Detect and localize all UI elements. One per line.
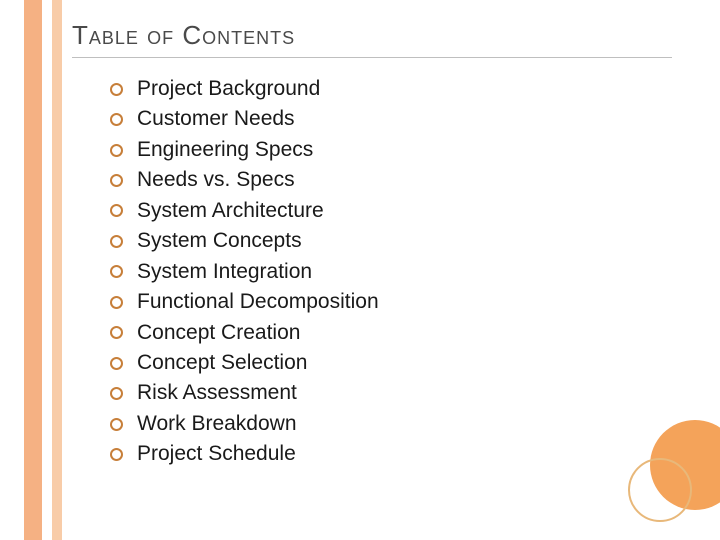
page-title: Table of Contents [72, 20, 672, 58]
toc-item-label: Project Schedule [137, 439, 296, 469]
bullet-icon [110, 448, 123, 461]
bullet-icon [110, 326, 123, 339]
toc-item-label: Project Background [137, 74, 320, 104]
bullet-icon [110, 144, 123, 157]
list-item: System Concepts [110, 226, 379, 256]
bullet-icon [110, 235, 123, 248]
toc-item-label: System Concepts [137, 226, 302, 256]
list-item: Functional Decomposition [110, 287, 379, 317]
bullet-icon [110, 296, 123, 309]
list-item: Concept Creation [110, 318, 379, 348]
toc-item-label: Concept Creation [137, 318, 300, 348]
bullet-icon [110, 83, 123, 96]
toc-item-label: Functional Decomposition [137, 287, 379, 317]
decorative-circle-ring [628, 458, 692, 522]
list-item: Needs vs. Specs [110, 165, 379, 195]
toc-item-label: Risk Assessment [137, 378, 297, 408]
decorative-stripe-outer [24, 0, 42, 540]
slide: Table of Contents Project Background Cus… [0, 0, 720, 540]
toc-item-label: Concept Selection [137, 348, 307, 378]
list-item: Project Schedule [110, 439, 379, 469]
bullet-icon [110, 387, 123, 400]
bullet-icon [110, 265, 123, 278]
list-item: Work Breakdown [110, 409, 379, 439]
toc-list: Project Background Customer Needs Engine… [110, 74, 379, 470]
list-item: Customer Needs [110, 104, 379, 134]
list-item: Risk Assessment [110, 378, 379, 408]
bullet-icon [110, 113, 123, 126]
toc-item-label: System Integration [137, 257, 312, 287]
toc-item-label: Engineering Specs [137, 135, 313, 165]
bullet-icon [110, 418, 123, 431]
toc-item-label: Customer Needs [137, 104, 295, 134]
bullet-icon [110, 204, 123, 217]
list-item: System Architecture [110, 196, 379, 226]
decorative-stripe-inner [52, 0, 62, 540]
list-item: Project Background [110, 74, 379, 104]
toc-item-label: Work Breakdown [137, 409, 297, 439]
toc-item-label: System Architecture [137, 196, 324, 226]
list-item: System Integration [110, 257, 379, 287]
toc-item-label: Needs vs. Specs [137, 165, 295, 195]
bullet-icon [110, 357, 123, 370]
bullet-icon [110, 174, 123, 187]
list-item: Engineering Specs [110, 135, 379, 165]
list-item: Concept Selection [110, 348, 379, 378]
